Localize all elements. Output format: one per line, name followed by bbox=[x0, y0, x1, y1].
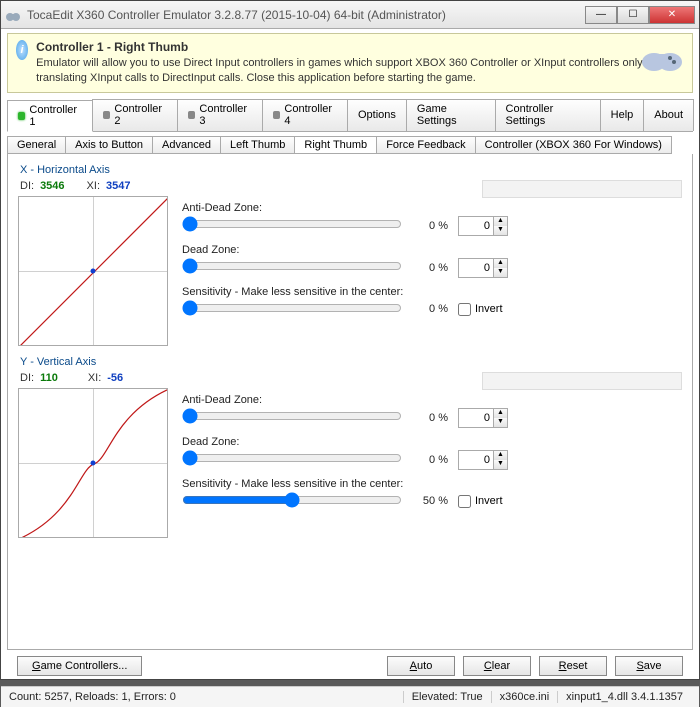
y-sens-pct: 50 % bbox=[412, 495, 448, 507]
x-anti-dead-spinner[interactable]: ▲▼ bbox=[458, 216, 508, 236]
spin-up-icon[interactable]: ▲ bbox=[493, 217, 507, 226]
subtab-right-thumb[interactable]: Right Thumb bbox=[294, 136, 377, 154]
spin-down-icon[interactable]: ▼ bbox=[493, 226, 507, 235]
bottom-toolbar: Game Controllers... Auto Clear Reset Sav… bbox=[7, 650, 693, 682]
clear-button[interactable]: Clear bbox=[463, 656, 531, 676]
tab-options[interactable]: Options bbox=[347, 99, 407, 131]
subtab-controller-device[interactable]: Controller (XBOX 360 For Windows) bbox=[475, 136, 672, 154]
spin-up-icon[interactable]: ▲ bbox=[493, 451, 507, 460]
x-anti-dead-slider[interactable] bbox=[182, 216, 402, 232]
right-thumb-panel: X - Horizontal Axis DI: 3546 XI: 3547 bbox=[7, 154, 693, 650]
status-dll: xinput1_4.dll 3.4.1.1357 bbox=[557, 691, 691, 703]
x-dead-pct: 0 % bbox=[412, 262, 448, 274]
x-readouts: DI: 3546 XI: 3547 bbox=[20, 180, 168, 192]
tab-controller-settings[interactable]: Controller Settings bbox=[495, 99, 601, 131]
joystick-icon bbox=[640, 42, 684, 72]
y-dead-slider[interactable] bbox=[182, 450, 402, 466]
reset-button[interactable]: Reset bbox=[539, 656, 607, 676]
tab-controller-1[interactable]: Controller 1 bbox=[7, 100, 93, 132]
minimize-button[interactable]: — bbox=[585, 6, 617, 24]
spin-down-icon[interactable]: ▼ bbox=[493, 460, 507, 469]
led-icon bbox=[18, 112, 25, 120]
led-icon bbox=[273, 111, 280, 119]
main-tabs: Controller 1 Controller 2 Controller 3 C… bbox=[7, 99, 693, 132]
x-axis-graph bbox=[18, 196, 168, 346]
y-dead-pct: 0 % bbox=[412, 454, 448, 466]
app-window: TocaEdit X360 Controller Emulator 3.2.8.… bbox=[0, 0, 700, 680]
tab-about[interactable]: About bbox=[643, 99, 694, 131]
game-controllers-button[interactable]: Game Controllers... bbox=[17, 656, 142, 676]
maximize-button[interactable]: ☐ bbox=[617, 6, 649, 24]
y-readouts: DI: 110 XI: -56 bbox=[20, 372, 168, 384]
x-preview bbox=[482, 180, 682, 198]
x-axis-title: X - Horizontal Axis bbox=[20, 164, 682, 176]
x-di-value: 3546 bbox=[40, 180, 64, 192]
spin-down-icon[interactable]: ▼ bbox=[493, 268, 507, 277]
y-preview bbox=[482, 372, 682, 390]
tab-controller-4[interactable]: Controller 4 bbox=[262, 99, 348, 131]
x-dead-slider[interactable] bbox=[182, 258, 402, 274]
x-sens-slider[interactable] bbox=[182, 300, 402, 316]
graph-dot-icon bbox=[91, 460, 96, 465]
info-banner: i Controller 1 - Right Thumb Emulator wi… bbox=[7, 33, 693, 93]
status-elevated: Elevated: True bbox=[403, 691, 491, 703]
subtab-advanced[interactable]: Advanced bbox=[152, 136, 221, 154]
sub-tabs: General Axis to Button Advanced Left Thu… bbox=[7, 136, 693, 154]
status-bar: Count: 5257, Reloads: 1, Errors: 0 Eleva… bbox=[1, 686, 699, 707]
tab-help[interactable]: Help bbox=[600, 99, 645, 131]
auto-button[interactable]: Auto bbox=[387, 656, 455, 676]
x-sens-pct: 0 % bbox=[412, 303, 448, 315]
tab-controller-2[interactable]: Controller 2 bbox=[92, 99, 178, 131]
subtab-force-feedback[interactable]: Force Feedback bbox=[376, 136, 475, 154]
subtab-left-thumb[interactable]: Left Thumb bbox=[220, 136, 295, 154]
y-dead-spinner[interactable]: ▲▼ bbox=[458, 450, 508, 470]
banner-title: Controller 1 - Right Thumb bbox=[36, 40, 684, 54]
tab-controller-3[interactable]: Controller 3 bbox=[177, 99, 263, 131]
y-invert-checkbox[interactable]: Invert bbox=[458, 495, 503, 508]
window-title: TocaEdit X360 Controller Emulator 3.2.8.… bbox=[27, 8, 585, 22]
x-dead-spinner[interactable]: ▲▼ bbox=[458, 258, 508, 278]
y-anti-dead-slider[interactable] bbox=[182, 408, 402, 424]
close-button[interactable]: ✕ bbox=[649, 6, 695, 24]
led-icon bbox=[188, 111, 195, 119]
save-button[interactable]: Save bbox=[615, 656, 683, 676]
subtab-axis-to-button[interactable]: Axis to Button bbox=[65, 136, 153, 154]
led-icon bbox=[103, 111, 110, 119]
y-anti-dead-spinner[interactable]: ▲▼ bbox=[458, 408, 508, 428]
spin-up-icon[interactable]: ▲ bbox=[493, 259, 507, 268]
spin-up-icon[interactable]: ▲ bbox=[493, 409, 507, 418]
y-axis-title: Y - Vertical Axis bbox=[20, 356, 682, 368]
status-counts: Count: 5257, Reloads: 1, Errors: 0 bbox=[9, 691, 403, 703]
titlebar[interactable]: TocaEdit X360 Controller Emulator 3.2.8.… bbox=[1, 1, 699, 29]
app-icon bbox=[5, 7, 21, 23]
x-anti-dead-pct: 0 % bbox=[412, 220, 448, 232]
y-anti-dead-pct: 0 % bbox=[412, 412, 448, 424]
y-di-value: 110 bbox=[40, 372, 58, 384]
y-sens-slider[interactable] bbox=[182, 492, 402, 508]
spin-down-icon[interactable]: ▼ bbox=[493, 418, 507, 427]
tab-game-settings[interactable]: Game Settings bbox=[406, 99, 496, 131]
banner-text: Emulator will allow you to use Direct In… bbox=[36, 56, 684, 86]
info-icon: i bbox=[16, 40, 28, 60]
y-axis-graph bbox=[18, 388, 168, 538]
x-invert-checkbox[interactable]: Invert bbox=[458, 303, 503, 316]
status-ini: x360ce.ini bbox=[491, 691, 558, 703]
subtab-general[interactable]: General bbox=[7, 136, 66, 154]
graph-dot-icon bbox=[91, 268, 96, 273]
x-xi-value: 3547 bbox=[106, 180, 130, 192]
y-xi-value: -56 bbox=[107, 372, 123, 384]
